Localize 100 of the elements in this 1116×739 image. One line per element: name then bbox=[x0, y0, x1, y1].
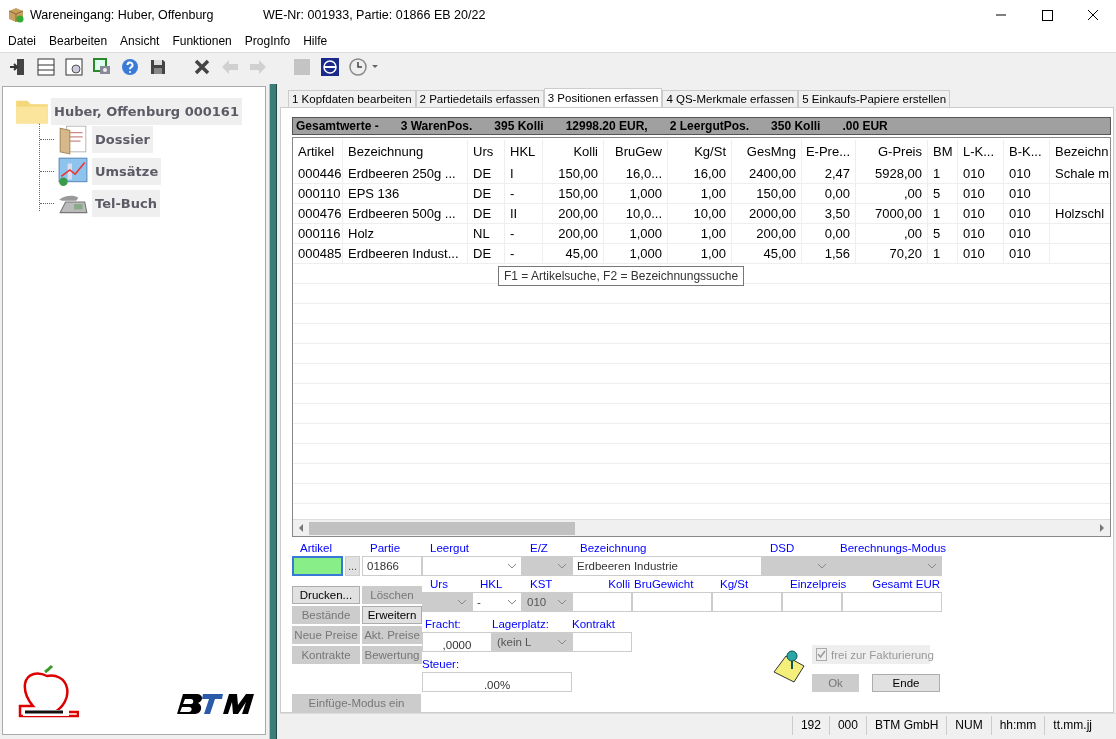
input-field[interactable] bbox=[572, 632, 632, 652]
browse-button[interactable]: ... bbox=[345, 556, 360, 576]
caret-icon[interactable] bbox=[507, 599, 517, 605]
menu-item[interactable]: Datei bbox=[2, 34, 42, 48]
pinned-note-icon bbox=[772, 648, 806, 684]
preview-icon[interactable] bbox=[64, 57, 84, 77]
table-cell: 010 bbox=[1004, 183, 1050, 204]
status-panel: BTM GmbH bbox=[865, 716, 947, 735]
column-header[interactable]: Artikel bbox=[293, 139, 343, 164]
splitter[interactable] bbox=[269, 84, 277, 739]
scrollbar[interactable] bbox=[293, 519, 1110, 536]
menu-item[interactable]: Ansicht bbox=[114, 34, 166, 48]
end-button[interactable]: Ende bbox=[872, 674, 940, 692]
save-icon[interactable] bbox=[148, 57, 168, 77]
form-icon[interactable] bbox=[36, 57, 56, 77]
camera-icon[interactable] bbox=[92, 57, 112, 77]
table-cell: 200,00 bbox=[543, 223, 604, 244]
input-field[interactable] bbox=[782, 592, 842, 612]
field-label: Steuer: bbox=[422, 657, 461, 672]
emblem-icon[interactable] bbox=[320, 57, 340, 77]
column-header[interactable]: L-K... bbox=[958, 139, 1004, 164]
table-cell: I bbox=[505, 163, 543, 184]
menu-item[interactable]: Funktionen bbox=[166, 34, 238, 48]
table-cell: 45,00 bbox=[543, 243, 604, 264]
tab[interactable]: 5 Einkaufs-Papiere erstellen bbox=[798, 90, 951, 107]
column-header[interactable]: HKL bbox=[505, 139, 543, 164]
input-field[interactable] bbox=[292, 556, 343, 576]
column-header[interactable]: Bezeichn bbox=[1050, 139, 1110, 164]
tab[interactable]: 3 Positionen erfassen bbox=[543, 88, 663, 107]
table-cell: NL bbox=[468, 223, 505, 244]
table-cell: 2000,00 bbox=[732, 203, 802, 224]
column-header[interactable]: GesMng bbox=[732, 139, 802, 164]
table-cell: EPS 136 bbox=[343, 183, 468, 204]
field-label: HKL bbox=[479, 577, 504, 592]
dropdown[interactable]: - bbox=[472, 592, 522, 612]
input-field[interactable] bbox=[842, 592, 942, 612]
column-header[interactable]: Kg/St bbox=[668, 139, 732, 164]
column-header[interactable]: Kolli bbox=[543, 139, 604, 164]
tree-item[interactable]: Umsätze bbox=[92, 157, 162, 185]
caret-icon[interactable] bbox=[507, 563, 517, 569]
table-cell: 000110 bbox=[293, 183, 343, 204]
input-field[interactable] bbox=[572, 592, 632, 612]
input-field[interactable]: ,0000 bbox=[422, 632, 492, 652]
table-cell: 0,00 bbox=[802, 183, 856, 204]
table-cell: 5 bbox=[928, 183, 958, 204]
table-cell: 1,56 bbox=[802, 243, 856, 264]
help-icon[interactable] bbox=[120, 57, 140, 77]
field-label: Kolli bbox=[607, 577, 631, 592]
tree-item[interactable]: Tel-Buch bbox=[92, 189, 160, 217]
table-cell: 200,00 bbox=[543, 203, 604, 224]
input-field[interactable] bbox=[712, 592, 782, 612]
column-header[interactable]: Bezeichnung bbox=[343, 139, 468, 164]
dropdown[interactable] bbox=[422, 556, 522, 576]
table-cell: - bbox=[505, 243, 543, 264]
column-header[interactable]: E-Pre... bbox=[802, 139, 856, 164]
table-cell: - bbox=[505, 183, 543, 204]
total-value: 350 Kolli bbox=[771, 118, 821, 133]
input-field[interactable]: Erdbeeren Industrie bbox=[572, 556, 762, 576]
table-cell: 5928,00 bbox=[856, 163, 928, 184]
table-cell: 010 bbox=[958, 183, 1004, 204]
field-label: Urs bbox=[429, 577, 449, 592]
field-label: BruGewicht bbox=[633, 577, 695, 592]
tab[interactable]: 2 Partiedetails erfassen bbox=[415, 90, 544, 107]
tab[interactable]: 1 Kopfdaten bearbeiten bbox=[288, 90, 416, 107]
status-panel: 192 bbox=[791, 716, 829, 735]
column-header[interactable]: Urs bbox=[468, 139, 505, 164]
menu-item[interactable]: ProgInfo bbox=[238, 34, 297, 48]
table-cell: Holzschl bbox=[1050, 203, 1110, 224]
menu-item[interactable]: Hilfe bbox=[297, 34, 334, 48]
tab[interactable]: 4 QS-Merkmale erfassen bbox=[662, 90, 799, 107]
table-cell: 3,50 bbox=[802, 203, 856, 224]
action-button[interactable]: Erweitern bbox=[362, 606, 422, 624]
table-cell: 010 bbox=[1004, 163, 1050, 184]
menu-item[interactable]: Bearbeiten bbox=[43, 34, 114, 48]
field-label: Artikel bbox=[299, 541, 333, 556]
column-header[interactable]: B-K... bbox=[1004, 139, 1050, 164]
clock-icon[interactable] bbox=[348, 57, 380, 77]
table-cell: 000116 bbox=[293, 223, 343, 244]
column-header[interactable]: BruGew bbox=[604, 139, 668, 164]
table-cell: ,00 bbox=[856, 183, 928, 204]
close-icon[interactable] bbox=[192, 57, 212, 77]
field-label: Kontrakt bbox=[572, 617, 616, 632]
tree-item[interactable]: Dossier bbox=[92, 125, 153, 153]
tree-item[interactable]: Huber, Offenburg 000161 bbox=[51, 97, 242, 125]
table-cell: II bbox=[505, 203, 543, 224]
action-button[interactable]: Drucken... bbox=[292, 586, 360, 604]
table-cell: 010 bbox=[958, 203, 1004, 224]
input-field[interactable] bbox=[632, 592, 712, 612]
column-header[interactable]: BM bbox=[928, 139, 958, 164]
table-cell: 1,00 bbox=[668, 243, 732, 264]
input-field[interactable]: 01866 bbox=[362, 556, 422, 576]
table-cell: Erdbeeren 500g ... bbox=[343, 203, 468, 224]
input-field[interactable]: .00% bbox=[422, 672, 572, 692]
total-value: Gesamtwerte - bbox=[296, 118, 379, 133]
field-label: Kg/St bbox=[719, 577, 750, 592]
column-header[interactable]: G-Preis bbox=[856, 139, 928, 164]
table-cell: 1,000 bbox=[604, 223, 668, 244]
table-cell: 150,00 bbox=[543, 183, 604, 204]
table-cell: 70,20 bbox=[856, 243, 928, 264]
window-subtitle: WE-Nr: 001933, Partie: 01866 EB 20/22 bbox=[263, 8, 486, 22]
